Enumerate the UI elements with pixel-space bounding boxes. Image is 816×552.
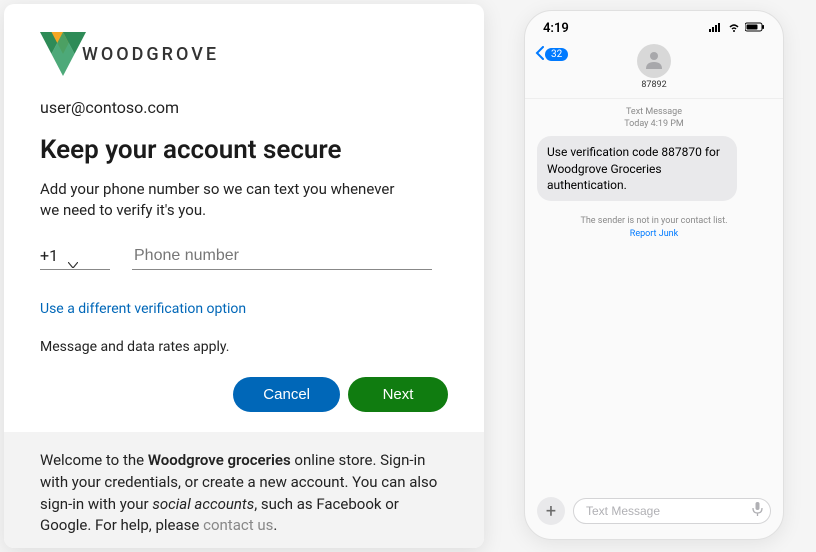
page-title: Keep your account secure [40, 135, 448, 165]
wifi-icon [727, 21, 741, 36]
auth-dialog: WOODGROVE user@contoso.com Keep your acc… [4, 4, 484, 548]
footer-brand: Woodgrove groceries [148, 451, 291, 469]
nav-bar: 32 87892 [525, 40, 783, 99]
avatar[interactable] [637, 44, 671, 78]
country-code-value: +1 [40, 246, 58, 265]
person-icon [644, 49, 664, 73]
contact-us-link[interactable]: contact us [203, 516, 273, 534]
plus-icon: + [546, 501, 556, 522]
phone-mockup: 4:19 32 [524, 10, 784, 540]
sender-number: 87892 [641, 80, 666, 90]
page-subtext: Add your phone number so we can text you… [40, 179, 400, 221]
dialog-footer: Welcome to the Woodgrove groceries onlin… [4, 432, 484, 548]
cellular-icon [709, 21, 723, 36]
junk-text: The sender is not in your contact list. [537, 215, 771, 229]
battery-icon [745, 21, 765, 36]
compose-field[interactable] [573, 498, 771, 524]
brand-logo: WOODGROVE [40, 32, 448, 76]
cancel-button[interactable]: Cancel [233, 377, 340, 412]
junk-note: The sender is not in your contact list. … [537, 215, 771, 242]
thread-time: Today 4:19 PM [537, 119, 771, 131]
user-email: user@contoso.com [40, 98, 448, 117]
clock: 4:19 [543, 21, 569, 36]
report-junk-link[interactable]: Report Junk [537, 228, 771, 242]
footer-social: social accounts [152, 495, 254, 513]
chevron-left-icon [535, 46, 544, 63]
compose-row: + [525, 487, 783, 539]
footer-text-4: . [273, 516, 277, 534]
next-button[interactable]: Next [348, 377, 448, 412]
add-media-button[interactable]: + [537, 497, 565, 525]
phone-number-input[interactable] [132, 243, 432, 270]
alt-verification-link[interactable]: Use a different verification option [40, 301, 246, 317]
thread-meta: Text Message Today 4:19 PM [537, 107, 771, 130]
message-area: Text Message Today 4:19 PM Use verificat… [525, 99, 783, 487]
button-row: Cancel Next [40, 377, 448, 412]
logo-mark-icon [40, 32, 86, 76]
dialog-body: WOODGROVE user@contoso.com Keep your acc… [4, 4, 484, 432]
compose-input-wrap [573, 498, 771, 524]
country-code-select[interactable]: +1 [40, 246, 110, 270]
message-bubble: Use verification code 887870 for Woodgro… [537, 136, 737, 201]
footer-text-1: Welcome to the [40, 451, 148, 469]
status-bar: 4:19 [525, 11, 783, 40]
thread-label: Text Message [537, 107, 771, 119]
status-icons [709, 21, 765, 36]
mic-icon[interactable] [752, 502, 763, 520]
brand-name: WOODGROVE [82, 44, 219, 65]
back-button[interactable]: 32 [535, 46, 568, 63]
rates-note: Message and data rates apply. [40, 339, 448, 355]
phone-row: +1 [40, 243, 448, 270]
back-badge: 32 [545, 48, 568, 61]
chevron-down-icon [68, 253, 78, 259]
